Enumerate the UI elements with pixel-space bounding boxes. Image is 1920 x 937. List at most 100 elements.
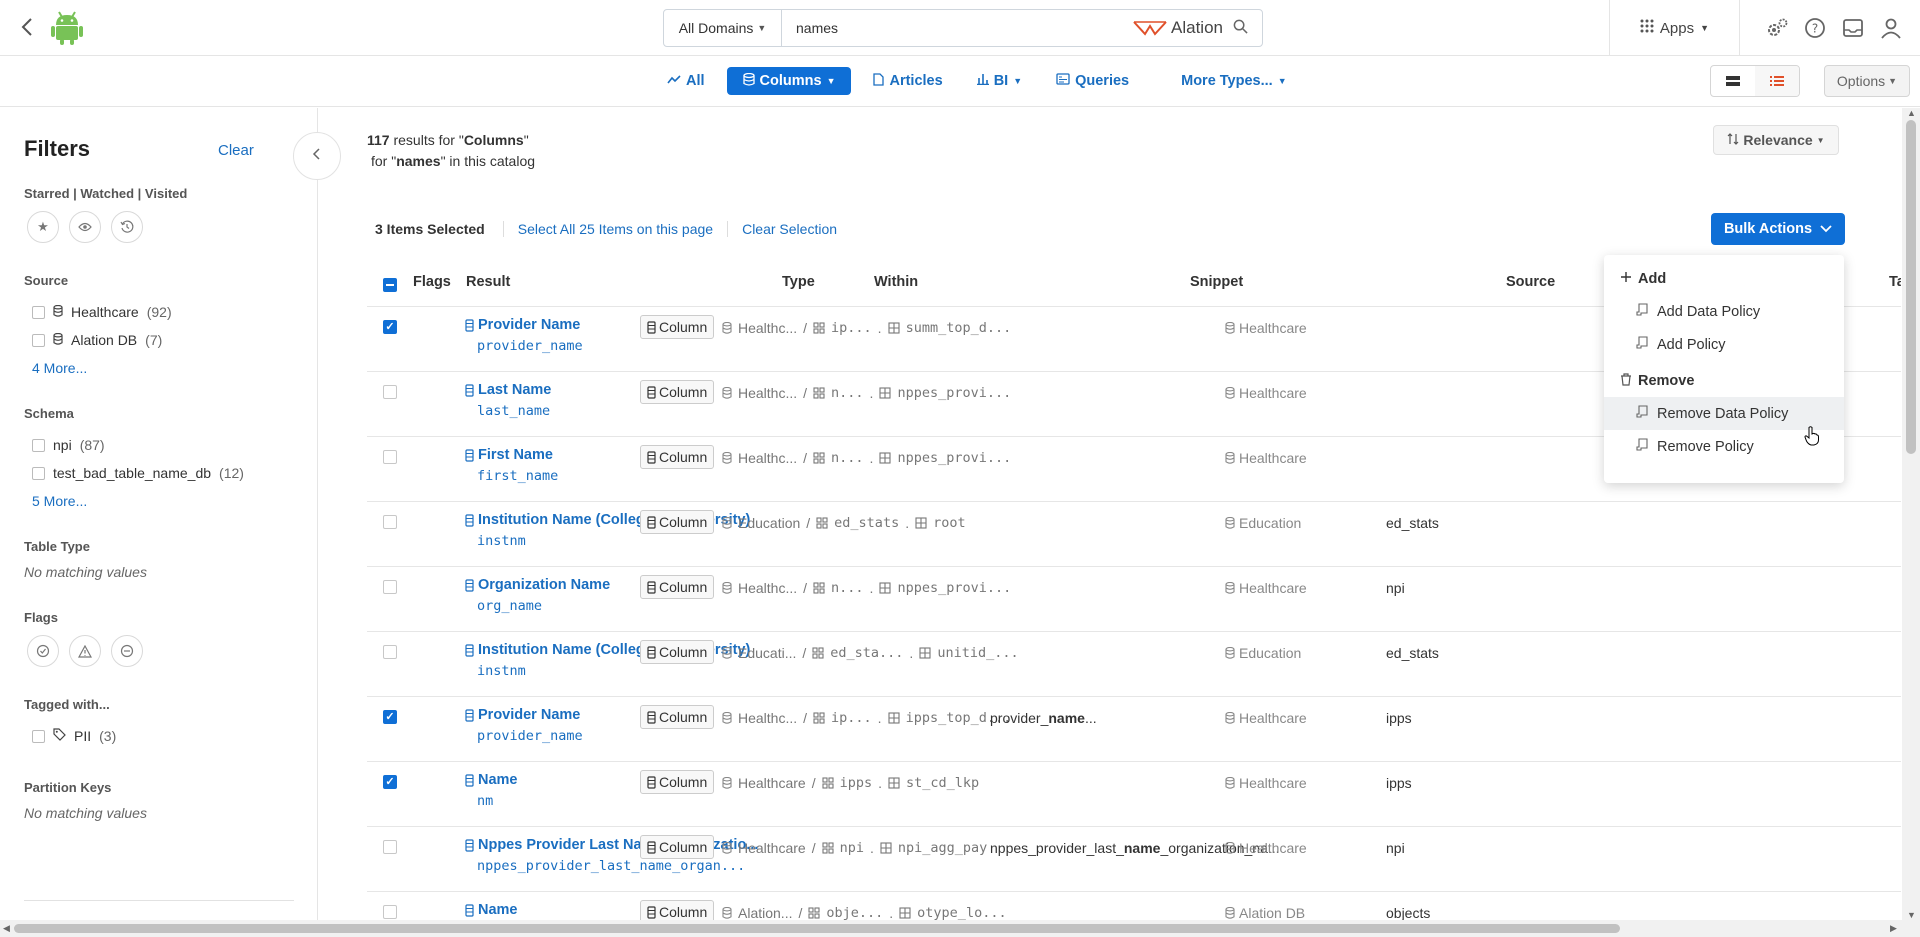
table-row[interactable]: NamenmColumnHealthcare/ipps.st_cd_lkpHea…	[367, 761, 1901, 826]
row-checkbox[interactable]	[383, 710, 397, 724]
search-input[interactable]	[782, 10, 1134, 46]
within-schema[interactable]: ip...	[831, 710, 872, 726]
result-technical-name[interactable]: provider_name	[477, 338, 583, 354]
search-icon[interactable]	[1233, 19, 1248, 37]
within-source[interactable]: Alation...	[738, 905, 792, 921]
col-header-source[interactable]: Source	[1506, 274, 1555, 290]
schema-filter-test-bad-table[interactable]: test_bad_table_name_db (12)	[32, 459, 293, 487]
result-title-link[interactable]: Nppes Provider Last Name Organizatio...	[465, 837, 758, 853]
back-arrow-icon[interactable]	[16, 15, 40, 39]
history-icon[interactable]	[111, 211, 143, 243]
source-label[interactable]: Healthcare	[1239, 450, 1307, 466]
within-schema[interactable]: ipps	[840, 775, 873, 791]
result-technical-name[interactable]: instnm	[477, 533, 750, 549]
source-label[interactable]: Healthcare	[1239, 385, 1307, 401]
result-title-link[interactable]: Name	[465, 902, 518, 918]
within-schema[interactable]: npi	[840, 840, 864, 856]
table-row[interactable]: Institution Name (College or University)…	[367, 631, 1901, 696]
checkbox[interactable]	[32, 305, 45, 319]
result-technical-name[interactable]: first_name	[477, 468, 558, 484]
bulk-actions-button[interactable]: Bulk Actions	[1711, 213, 1845, 245]
source-label[interactable]: Healthcare	[1239, 775, 1307, 791]
result-title-link[interactable]: Provider Name	[465, 317, 583, 333]
within-table[interactable]: otype_lo...	[917, 905, 1006, 921]
clear-filters-link[interactable]: Clear	[218, 142, 254, 159]
help-icon[interactable]: ?	[1802, 15, 1828, 41]
scroll-right-icon[interactable]: ▶	[1890, 923, 1897, 934]
source-filter-alation-db[interactable]: Alation DB (7)	[32, 326, 293, 354]
tag-filter-pii[interactable]: PII (3)	[32, 722, 293, 750]
result-title-link[interactable]: Last Name	[465, 382, 551, 398]
within-table[interactable]: npi_agg_pay	[898, 840, 987, 856]
within-schema[interactable]: n...	[831, 450, 864, 466]
col-header-within[interactable]: Within	[874, 274, 918, 290]
menu-item-add-policy[interactable]: Add Policy	[1604, 328, 1844, 361]
within-table[interactable]: root	[933, 515, 966, 531]
schema-more-link[interactable]: 5 More...	[32, 493, 293, 509]
row-checkbox[interactable]	[383, 515, 397, 529]
horizontal-scrollbar[interactable]: ◀ ▶	[0, 920, 1920, 937]
within-schema[interactable]: obje...	[826, 905, 883, 921]
apps-button[interactable]: Apps ▼	[1610, 19, 1739, 37]
within-table[interactable]: unitid_...	[937, 645, 1018, 661]
inbox-icon[interactable]	[1840, 15, 1866, 41]
within-source[interactable]: Healthc...	[738, 710, 797, 726]
tab-more-types[interactable]: More Types... ▼	[1169, 67, 1299, 95]
user-icon[interactable]	[1878, 15, 1904, 41]
star-icon[interactable]: ★	[27, 211, 59, 243]
within-table[interactable]: nppes_provi...	[897, 580, 1011, 596]
within-source[interactable]: Healthc...	[738, 580, 797, 596]
within-table[interactable]: nppes_provi...	[897, 450, 1011, 466]
options-button[interactable]: Options ▼	[1824, 65, 1910, 97]
scroll-up-icon[interactable]: ▲	[1907, 108, 1916, 118]
clear-selection-link[interactable]: Clear Selection	[727, 221, 851, 237]
source-label[interactable]: Alation DB	[1239, 905, 1305, 921]
row-checkbox[interactable]	[383, 320, 397, 334]
table-row[interactable]: Institution Name (College or University)…	[367, 501, 1901, 566]
table-row[interactable]: Organization Name org_name Column Healthc..…	[367, 566, 1901, 631]
tab-articles[interactable]: Articles	[861, 67, 954, 95]
domain-select[interactable]: All Domains ▼	[664, 10, 782, 46]
tab-columns[interactable]: Columns ▼	[726, 67, 852, 95]
within-table[interactable]: summ_top_d...	[906, 320, 1012, 336]
within-source[interactable]: Healthcare	[738, 775, 806, 791]
result-technical-name[interactable]: provider_name	[477, 728, 583, 744]
within-schema[interactable]: n...	[831, 385, 864, 401]
schema-filter-npi[interactable]: npi (87)	[32, 431, 293, 459]
row-checkbox[interactable]	[383, 775, 397, 789]
result-technical-name[interactable]: instnm	[477, 663, 750, 679]
result-technical-name[interactable]: org_name	[477, 598, 610, 614]
within-source[interactable]: Education	[738, 515, 800, 531]
checkbox[interactable]	[32, 438, 45, 452]
within-source[interactable]: Healthcare	[738, 840, 806, 856]
row-checkbox[interactable]	[383, 580, 397, 594]
within-schema[interactable]: n...	[831, 580, 864, 596]
source-more-link[interactable]: 4 More...	[32, 360, 293, 376]
col-header-result[interactable]: Result	[466, 274, 510, 290]
within-source[interactable]: Educati...	[738, 645, 796, 661]
col-header-tags[interactable]: Ta	[1889, 274, 1901, 290]
vertical-scrollbar[interactable]: ▲ ▼	[1902, 108, 1920, 920]
row-checkbox[interactable]	[383, 450, 397, 464]
table-row[interactable]: Provider Name provider_name Column Healthc.…	[367, 696, 1901, 761]
within-table[interactable]: nppes_provi...	[897, 385, 1011, 401]
checkbox[interactable]	[32, 333, 45, 347]
compact-view-icon[interactable]	[1711, 66, 1755, 96]
scroll-thumb[interactable]	[1906, 120, 1916, 454]
checkbox[interactable]	[32, 729, 45, 743]
list-view-icon[interactable]	[1755, 66, 1799, 96]
select-all-link[interactable]: Select All 25 Items on this page	[502, 221, 727, 237]
row-checkbox[interactable]	[383, 840, 397, 854]
row-checkbox[interactable]	[383, 645, 397, 659]
scroll-left-icon[interactable]: ◀	[3, 923, 10, 934]
within-schema[interactable]: ed_sta...	[830, 645, 903, 661]
tab-bi[interactable]: BI ▼	[965, 67, 1034, 95]
source-label[interactable]: Healthcare	[1239, 710, 1307, 726]
source-filter-healthcare[interactable]: Healthcare (92)	[32, 298, 293, 326]
within-source[interactable]: Healthc...	[738, 320, 797, 336]
result-technical-name[interactable]: nm	[477, 793, 518, 809]
settings-gears-icon[interactable]	[1764, 15, 1790, 41]
source-label[interactable]: Education	[1239, 645, 1301, 661]
sort-select[interactable]: Relevance ▼	[1713, 125, 1839, 155]
result-technical-name[interactable]: nppes_provider_last_name_organ...	[477, 858, 758, 874]
